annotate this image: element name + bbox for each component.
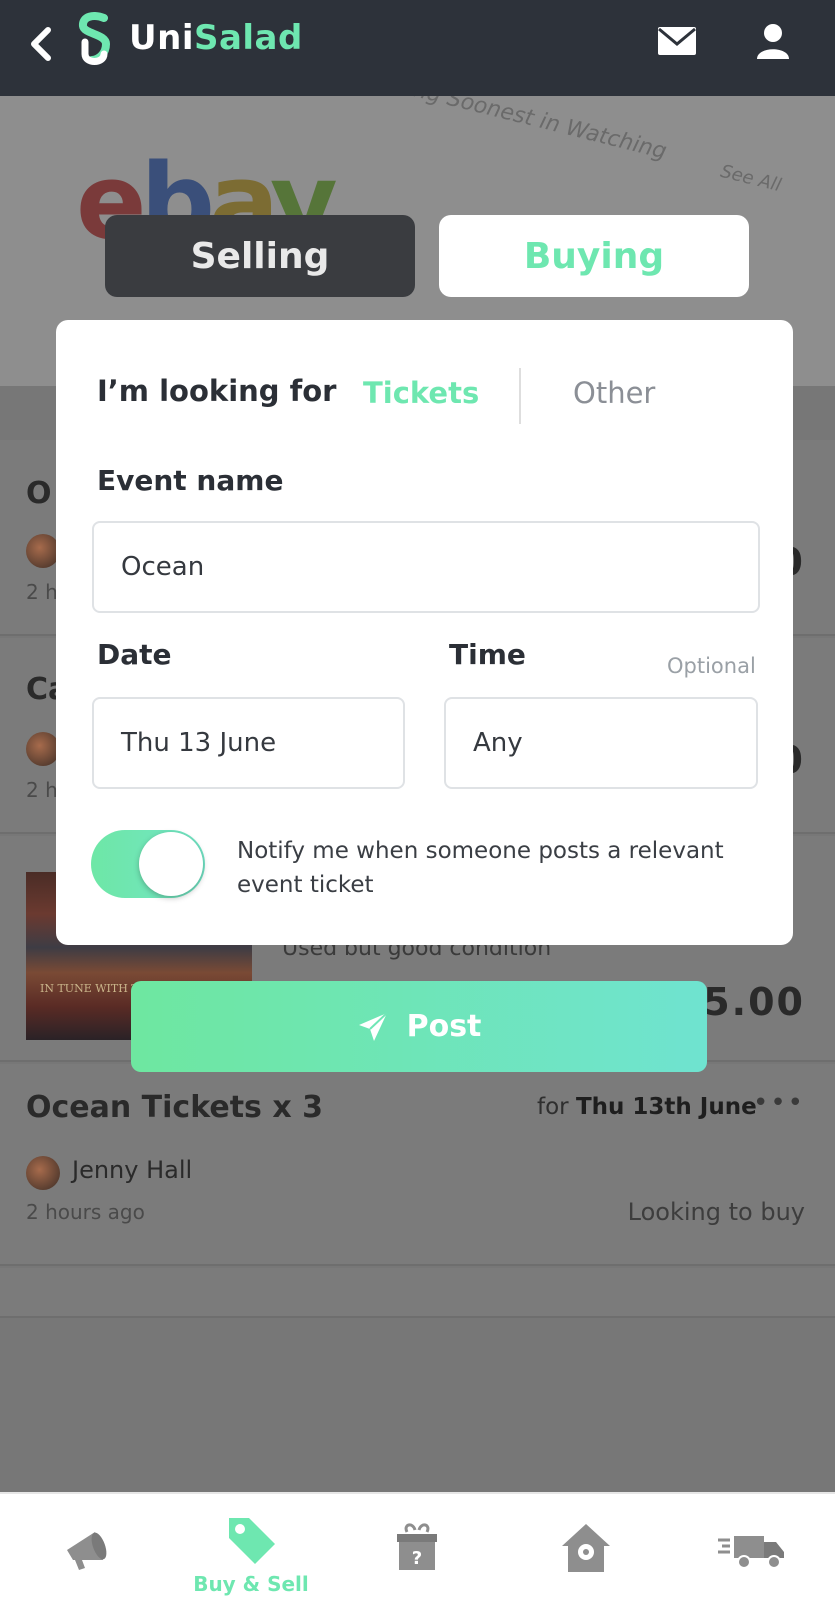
time-label: Time [449, 638, 526, 671]
list-item[interactable]: Ocean Tickets x 3 for Thu 13th June ••• … [0, 1064, 835, 1266]
more-options-icon[interactable]: ••• [753, 1088, 805, 1118]
nav-item-buy-sell[interactable]: Buy & Sell [191, 1494, 311, 1600]
for-prefix: for [537, 1094, 569, 1120]
brand-uni: Uni [129, 18, 194, 58]
home-pin-icon [562, 1524, 610, 1572]
listing-title: O [26, 476, 52, 511]
buying-form-card: I’m looking for Tickets Other Event name… [56, 320, 793, 945]
megaphone-icon [67, 1532, 107, 1570]
listing-status: Looking to buy [627, 1198, 805, 1226]
listing-user: Jenny Hall [72, 1156, 193, 1184]
for-date: Thu 13th June [575, 1094, 757, 1120]
notify-toggle[interactable] [91, 830, 205, 898]
listing-time: 2 h [26, 580, 58, 604]
looking-for-label: I’m looking for [97, 374, 337, 408]
post-button-label: Post [406, 1009, 482, 1044]
listing-title: Ocean Tickets x 3 [26, 1090, 324, 1125]
banner-caption: ding Soonest in Watching [391, 96, 670, 165]
user-profile-icon[interactable] [754, 22, 792, 60]
event-name-input[interactable]: Ocean [92, 521, 760, 613]
time-optional-hint: Optional [667, 654, 756, 678]
mystery-box-icon: ? [397, 1523, 437, 1570]
brand-name[interactable]: UniSalad [129, 18, 303, 58]
event-name-label: Event name [97, 464, 284, 497]
paper-plane-icon [358, 1011, 388, 1041]
nav-label-buy-sell: Buy & Sell [193, 1572, 309, 1596]
unisalad-logo-icon [79, 12, 111, 65]
toggle-knob [139, 832, 203, 896]
avatar [26, 534, 60, 568]
tab-other[interactable]: Other [573, 376, 655, 410]
back-chevron-icon[interactable] [26, 24, 56, 64]
date-label: Date [97, 638, 172, 671]
top-bar: UniSalad [0, 0, 835, 96]
listing-time: 2 hours ago [26, 1200, 145, 1224]
list-item-empty [0, 1268, 835, 1318]
time-field[interactable]: Any [444, 697, 758, 789]
brand-salad: Salad [193, 18, 303, 58]
selling-tab[interactable]: Selling [105, 215, 415, 297]
tab-tickets[interactable]: Tickets [363, 376, 479, 410]
price-tag-icon [229, 1518, 275, 1564]
post-button[interactable]: Post [131, 981, 707, 1072]
avatar [26, 1156, 60, 1190]
svg-text:?: ? [412, 1548, 422, 1569]
delivery-truck-icon [718, 1536, 784, 1569]
banner-see-all: See All [718, 160, 784, 197]
nav-item-announcements[interactable] [27, 1494, 147, 1600]
tab-divider [519, 368, 521, 424]
listing-event-date: for Thu 13th June [537, 1094, 757, 1120]
avatar [26, 732, 60, 766]
mail-icon[interactable] [657, 24, 697, 58]
nav-item-mystery[interactable]: ? [357, 1494, 477, 1600]
bottom-navigation: Buy & Sell ? [0, 1492, 835, 1600]
notify-label: Notify me when someone posts a relevant … [237, 838, 724, 898]
listing-time: 2 h [26, 778, 58, 802]
date-field[interactable]: Thu 13 June [92, 697, 405, 789]
nav-item-delivery[interactable] [692, 1494, 812, 1600]
buying-tab[interactable]: Buying [439, 215, 749, 297]
nav-item-home[interactable] [526, 1494, 646, 1600]
